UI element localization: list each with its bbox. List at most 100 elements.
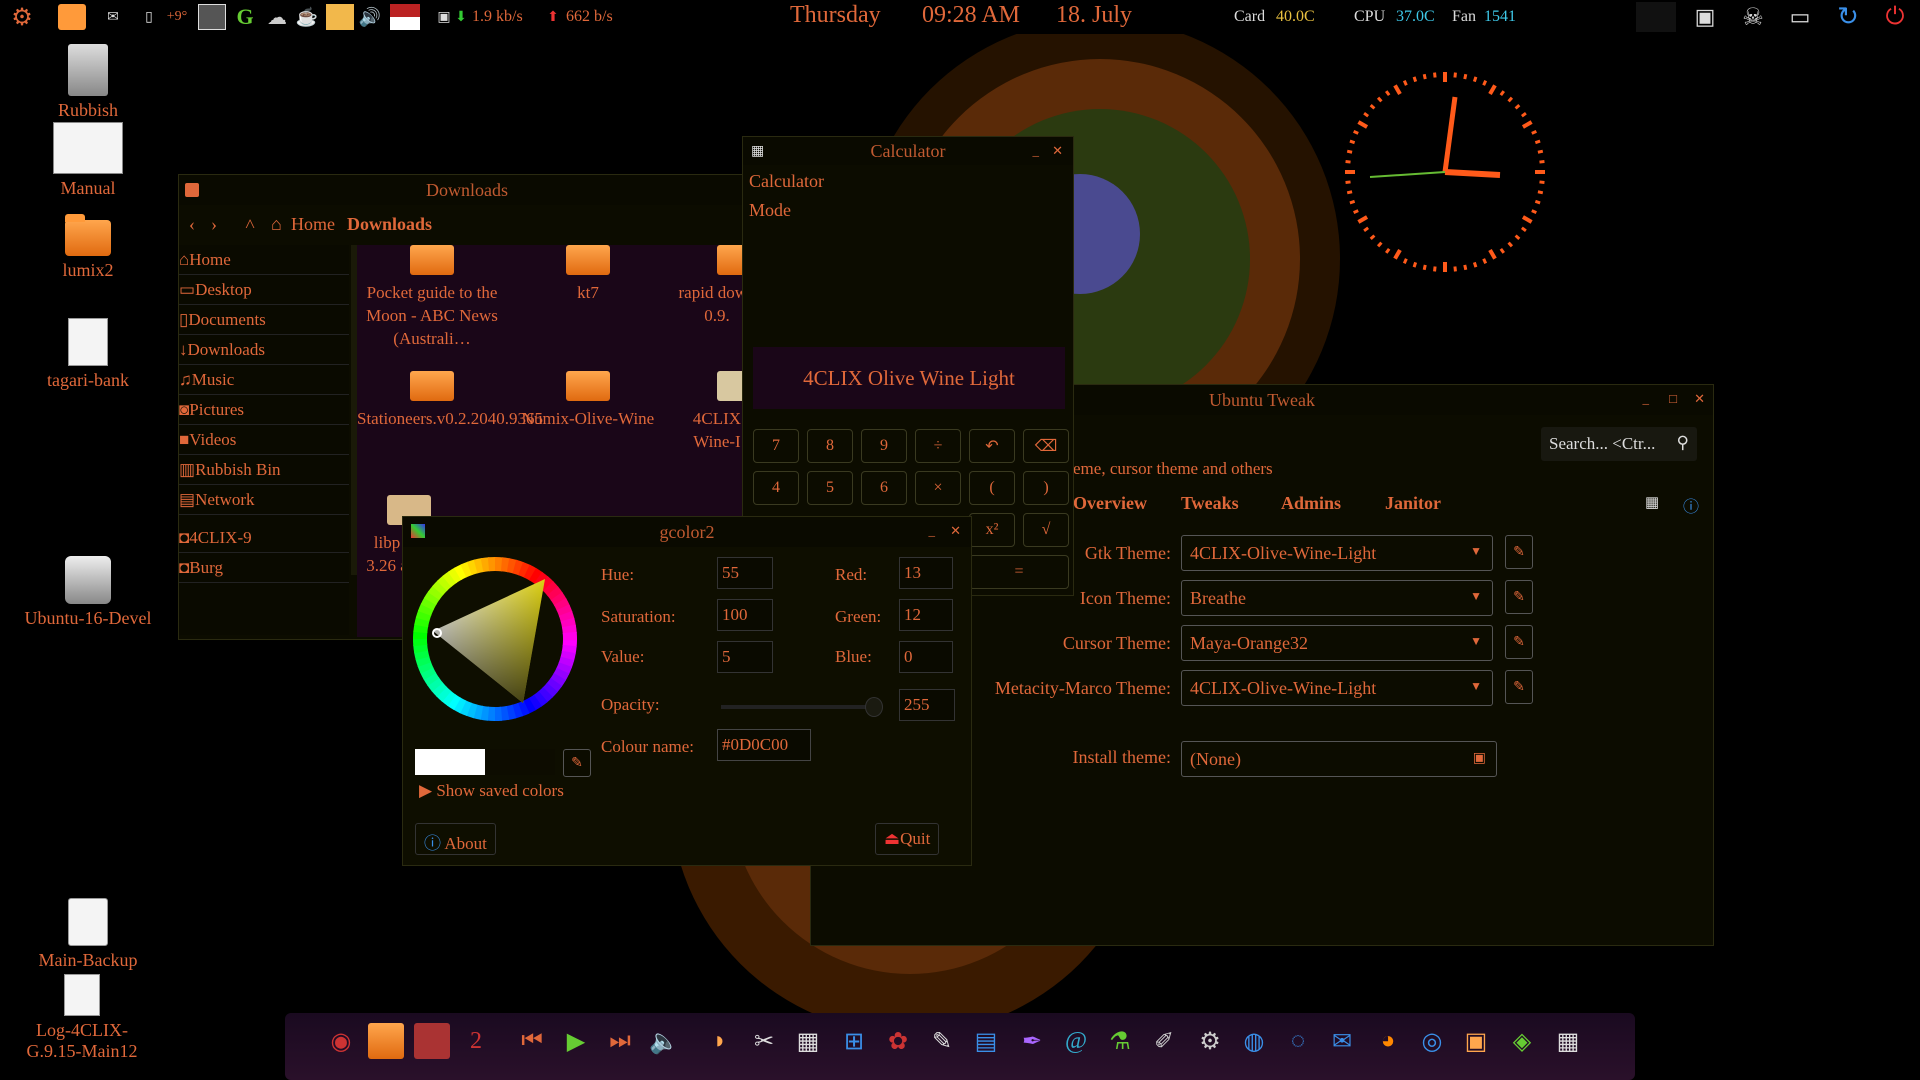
key-6[interactable]: 6 [861,471,907,505]
dock-spiral-icon[interactable]: @ [1058,1023,1094,1059]
dock-messenger-icon[interactable]: ◌ [1280,1023,1316,1059]
calculator-titlebar[interactable]: ▦ Calculator _ ✕ [743,137,1073,165]
cup-icon[interactable]: ☕ [296,4,318,30]
notes-icon[interactable]: ▯ [138,4,160,30]
metacity-theme-select[interactable]: 4CLIX-Olive-Wine-Light ▼ [1181,670,1493,706]
sidebar-item-burg[interactable]: ◘ Burg [179,553,349,583]
opacity-spinbutton[interactable]: 255 [899,689,955,721]
icon-theme-select[interactable]: Breathe ▼ [1181,580,1493,616]
back-icon[interactable]: ‹ [189,214,211,235]
close-icon[interactable]: ✕ [950,523,961,539]
dock-grid-icon[interactable]: ▦ [790,1023,826,1059]
key-open-paren[interactable]: ( [969,471,1015,505]
key-8[interactable]: 8 [807,429,853,463]
color-wheel[interactable] [411,555,579,723]
dock-next-icon[interactable]: ⏭ [602,1023,638,1059]
tab-overview[interactable]: Overview [1073,493,1147,514]
file-item[interactable]: Pocket guide to the Moon - ABC News (Aus… [357,245,507,350]
edit-cursor-theme-button[interactable]: ✎ [1505,625,1533,659]
dock-document-icon[interactable]: ▤ [968,1023,1004,1059]
g-app-icon[interactable]: G [232,4,258,30]
key-4[interactable]: 4 [753,471,799,505]
screen-icon[interactable]: ▣ [1690,4,1720,30]
edit-gtk-theme-button[interactable]: ✎ [1505,535,1533,569]
dock-qbittorrent-icon[interactable]: ◍ [1236,1023,1272,1059]
cloud-icon[interactable]: ☁ [262,4,292,30]
value-spinbutton[interactable]: 5 [717,641,773,673]
gcolor2-titlebar[interactable]: gcolor2 _ ✕ [403,517,971,547]
tab-tweaks[interactable]: Tweaks [1181,493,1239,514]
key-multiply[interactable]: × [915,471,961,505]
sidebar-item-documents[interactable]: ▯ Documents [179,305,349,335]
key-divide[interactable]: ÷ [915,429,961,463]
gtk-theme-select[interactable]: 4CLIX-Olive-Wine-Light ▼ [1181,535,1493,571]
tab-admins[interactable]: Admins [1281,493,1341,514]
us-flag-icon[interactable] [390,4,420,30]
minimize-icon[interactable]: _ [929,523,936,539]
opacity-slider-handle[interactable] [865,697,883,717]
key-square[interactable]: x² [969,513,1015,547]
forward-icon[interactable]: › [211,214,245,235]
dock-previous-icon[interactable]: ⏮ [514,1023,550,1059]
mail-icon[interactable]: ✉ [100,4,126,30]
key-9[interactable]: 9 [861,429,907,463]
file-item[interactable]: Stationeers.v0.2.2040.9365 [357,371,543,430]
quit-button[interactable]: ⏏Quit [875,823,940,855]
dock-settings-icon[interactable]: ⚙ [1192,1023,1228,1059]
dock-editor-icon[interactable]: ✎ [924,1023,960,1059]
dock-tools-icon[interactable]: ✂ [746,1023,782,1059]
dock-gauge-icon[interactable]: ⚗ [1102,1023,1138,1059]
panel-time[interactable]: 09:28 AM [922,2,1020,29]
dock-terminal-icon[interactable] [414,1023,450,1059]
show-saved-colors-expander[interactable]: ▶ Show saved colors [419,781,564,801]
dock-archive-icon[interactable]: ▣ [1458,1023,1494,1059]
maximize-icon[interactable]: □ [1669,391,1677,407]
ubuntu-menu-icon[interactable]: ⚙ [4,4,40,31]
desktop-icon-ubuntu-16-devel[interactable]: Ubuntu-16-Devel [18,556,158,629]
dock-package-icon[interactable]: ◈ [1504,1023,1540,1059]
file-item[interactable]: kt7 [513,245,663,304]
key-equals[interactable]: = [969,555,1069,589]
breadcrumb-downloads[interactable]: Downloads [347,214,432,235]
desktop-icon-log[interactable]: Log-4CLIX-G.9.15-Main12 [12,974,152,1062]
sidebar-item-4clix-9[interactable]: ◘ 4CLIX-9 [179,523,349,553]
drive-icon[interactable]: ▭ [1784,4,1816,30]
home-folder-icon[interactable] [58,4,86,30]
volume-icon[interactable]: 🔊 [356,4,384,30]
notes-app-icon[interactable] [326,4,354,30]
power-icon[interactable]: ⏻ [1880,4,1910,30]
tab-janitor[interactable]: Janitor [1385,493,1441,514]
menu-calculator[interactable]: Calculator [749,171,824,192]
dock-play-icon[interactable]: ▶ [558,1023,594,1059]
colour-name-input[interactable]: #0D0C00 [717,729,811,761]
up-icon[interactable]: ˄ [245,214,271,235]
dock-volume-icon[interactable]: 🔈 [646,1023,682,1059]
key-5[interactable]: 5 [807,471,853,505]
install-theme-chooser[interactable]: (None) ▣ [1181,741,1497,777]
file-manager-titlebar[interactable]: Downloads [179,175,755,205]
sidebar-item-home[interactable]: ⌂ Home [179,245,349,275]
search-input[interactable]: Search... <Ctr... ⚲ [1541,427,1697,461]
dock-raspberry-icon[interactable]: ✿ [880,1023,916,1059]
sidebar-item-music[interactable]: ♫ Music [179,365,349,395]
dock-workspace-icon[interactable]: 2 [458,1023,494,1059]
calendar-icon[interactable]: ▦ [1645,493,1659,512]
dock-paint-icon[interactable]: ✒ [1014,1023,1050,1059]
key-close-paren[interactable]: ) [1023,471,1069,505]
desktop-icon-manual[interactable]: Manual [18,122,158,199]
skull-icon[interactable]: ☠ [1738,4,1768,31]
saturation-spinbutton[interactable]: 100 [717,599,773,631]
file-item[interactable]: Numix-Olive-Wine [513,371,663,430]
cursor-theme-select[interactable]: Maya-Orange32 ▼ [1181,625,1493,661]
desktop-icon-lumix2[interactable]: lumix2 [18,214,158,281]
red-spinbutton[interactable]: 13 [899,557,953,589]
minimize-icon[interactable]: _ [1033,143,1040,159]
dock-windows-icon[interactable]: ⊞ [836,1023,872,1059]
dock-files-icon[interactable] [368,1023,404,1059]
hue-spinbutton[interactable]: 55 [717,557,773,589]
sidebar-item-desktop[interactable]: ▭ Desktop [179,275,349,305]
key-backspace[interactable]: ⌫ [1023,429,1069,463]
edit-icon-theme-button[interactable]: ✎ [1505,580,1533,614]
blue-spinbutton[interactable]: 0 [899,641,953,673]
opacity-slider[interactable] [721,705,875,709]
